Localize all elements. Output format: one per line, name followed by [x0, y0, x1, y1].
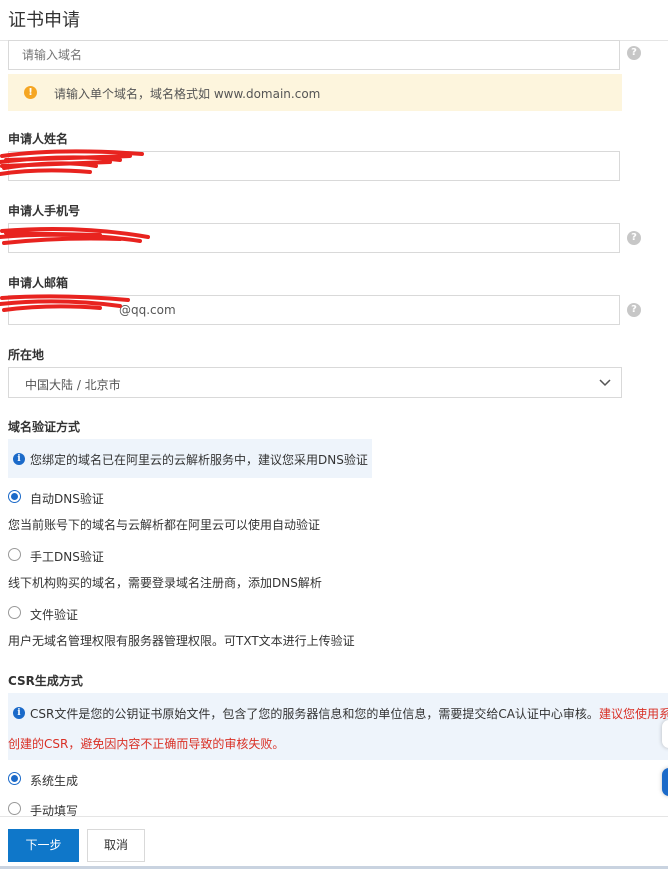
cancel-button[interactable]: 取消: [87, 829, 145, 862]
side-float-button[interactable]: [662, 720, 668, 748]
location-label: 所在地: [8, 348, 45, 362]
verify-info-box: i 您绑定的域名已在阿里云的云解析服务中，建议您采用DNS验证: [8, 439, 372, 478]
info-icon: i: [13, 707, 25, 719]
file-verify-desc: 用户无域名管理权限有服务器管理权限。可TXT文本进行上传验证: [8, 634, 355, 648]
location-value: 中国大陆 / 北京市: [25, 378, 121, 392]
radio-auto-dns-label[interactable]: 自动DNS验证: [30, 490, 104, 507]
csr-method-label: CSR生成方式: [8, 674, 83, 688]
warning-text: 请输入单个域名，域名格式如 www.domain.com: [54, 87, 321, 101]
help-icon[interactable]: ?: [627, 303, 641, 317]
help-icon[interactable]: ?: [627, 46, 641, 60]
applicant-name-field[interactable]: [8, 151, 620, 181]
dialog-header: 证书申请: [0, 0, 668, 41]
side-float-button[interactable]: [662, 768, 668, 796]
radio-manual-dns-label[interactable]: 手工DNS验证: [30, 548, 104, 565]
radio-csr-system-label[interactable]: 系统生成: [30, 772, 78, 789]
auto-dns-desc: 您当前账号下的域名与云解析都在阿里云可以使用自动验证: [8, 518, 321, 532]
dialog-footer: 下一步 取消: [0, 816, 668, 870]
radio-file-verify[interactable]: [8, 606, 21, 619]
applicant-name-label: 申请人姓名: [8, 132, 69, 146]
help-icon[interactable]: ?: [627, 231, 641, 245]
radio-manual-dns[interactable]: [8, 548, 21, 561]
applicant-phone-field[interactable]: [8, 223, 620, 253]
chevron-down-icon: [599, 379, 611, 387]
radio-csr-manual[interactable]: [8, 802, 21, 815]
radio-auto-dns[interactable]: [8, 490, 21, 503]
radio-file-verify-label[interactable]: 文件验证: [30, 606, 78, 623]
next-button[interactable]: 下一步: [8, 829, 79, 862]
csr-info-box: i CSR文件是您的公钥证书原始文件，包含了您的服务器信息和您的单位信息，需要提…: [8, 693, 668, 760]
domain-input[interactable]: [8, 40, 620, 70]
location-select[interactable]: 中国大陆 / 北京市: [8, 367, 622, 398]
page-title: 证书申请: [8, 10, 80, 31]
applicant-email-label: 申请人邮箱: [8, 276, 69, 290]
radio-csr-system[interactable]: [8, 772, 21, 785]
applicant-phone-label: 申请人手机号: [8, 204, 81, 218]
csr-info-line2: 创建的CSR，避免因内容不正确而导致的审核失败。: [8, 737, 285, 751]
csr-info-line1: CSR文件是您的公钥证书原始文件，包含了您的服务器信息和您的单位信息，需要提交给…: [30, 707, 668, 721]
verify-info-text: 您绑定的域名已在阿里云的云解析服务中，建议您采用DNS验证: [30, 453, 368, 467]
verify-method-label: 域名验证方式: [8, 420, 81, 434]
warning-icon: !: [24, 86, 37, 99]
manual-dns-desc: 线下机构购买的域名，需要登录域名注册商，添加DNS解析: [8, 576, 322, 590]
info-icon: i: [13, 453, 25, 465]
applicant-email-field[interactable]: @qq.com: [8, 295, 620, 325]
domain-format-warning: ! 请输入单个域名，域名格式如 www.domain.com: [8, 74, 622, 111]
